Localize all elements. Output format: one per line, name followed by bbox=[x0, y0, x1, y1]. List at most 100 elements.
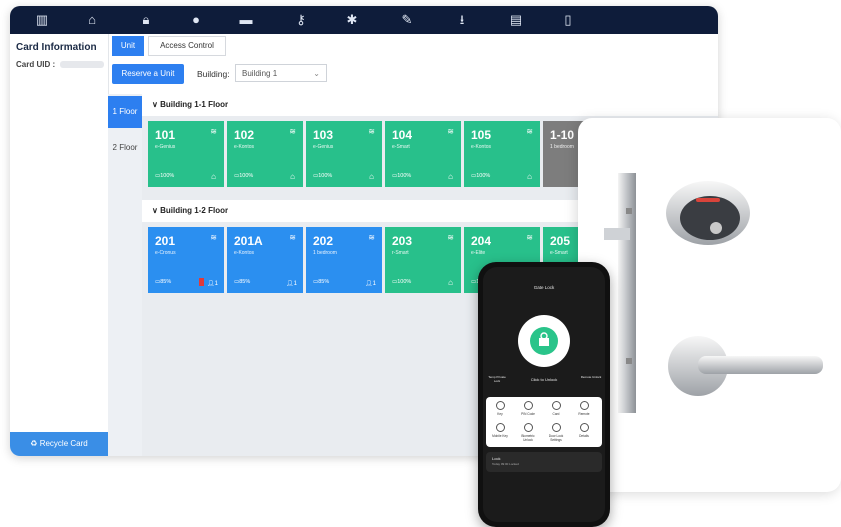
room-card[interactable]: 202 1 bedroom ≋ ▭85% 👤︎1 bbox=[306, 227, 382, 293]
key-icon[interactable]: ⚷ bbox=[292, 11, 310, 29]
battery-level: ▭100% bbox=[155, 173, 175, 179]
room-number: 104 bbox=[392, 128, 413, 142]
home-icon[interactable]: ⌂ bbox=[83, 11, 101, 29]
remote-unlock[interactable]: Remote Unlock bbox=[579, 375, 603, 379]
menu-label: Remote bbox=[578, 412, 590, 416]
occupant-count: 👤︎1 bbox=[286, 281, 297, 287]
menu-label: Card bbox=[552, 412, 560, 416]
room-number: 201 bbox=[155, 234, 176, 248]
wifi-icon: ≋ bbox=[210, 127, 217, 136]
menu-details[interactable]: Details bbox=[573, 423, 595, 438]
building-select-value: Building 1 bbox=[242, 69, 278, 78]
menu-remote[interactable]: Remote bbox=[573, 401, 595, 416]
phone-header: Gate Lock bbox=[533, 285, 555, 290]
room-card[interactable]: 201A e-Kontos ≋ ▭85% 👤︎1 bbox=[227, 227, 303, 293]
section-title: Building 1-1 Floor bbox=[160, 100, 229, 109]
card-uid-label: Card UID : bbox=[16, 60, 56, 69]
home-icon: ⌂ bbox=[290, 172, 295, 181]
wifi-icon: ≋ bbox=[210, 233, 217, 242]
wifi-icon: ≋ bbox=[368, 127, 375, 136]
reserve-unit-button[interactable]: Reserve a Unit bbox=[112, 64, 184, 84]
edit-icon[interactable]: ✎ bbox=[398, 11, 416, 29]
building-select[interactable]: Building 1 ⌄ bbox=[235, 64, 327, 82]
room-number: 202 bbox=[313, 234, 334, 248]
wifi-icon: ≋ bbox=[526, 127, 533, 136]
room-card[interactable]: 101 e-Genius ≋ ▭100% ⌂ bbox=[148, 121, 224, 187]
lock-subtitle: Today 09:00 Locked bbox=[492, 462, 519, 466]
room-number: 103 bbox=[313, 128, 334, 142]
wifi-icon: ≋ bbox=[526, 233, 533, 242]
phone-icon bbox=[495, 423, 505, 432]
tab-unit[interactable]: Unit bbox=[112, 36, 144, 56]
room-number: 101 bbox=[155, 128, 176, 142]
occupant-count: 👤︎1 bbox=[207, 281, 218, 287]
gear-icon[interactable]: ✱ bbox=[343, 11, 361, 29]
pin-icon bbox=[523, 401, 533, 410]
more-icon bbox=[579, 423, 589, 432]
card-uid-value bbox=[60, 61, 104, 68]
room-type: e-Smart bbox=[392, 144, 410, 150]
room-card[interactable]: 104 e-Smart ≋ ▭100% ⌂ bbox=[385, 121, 461, 187]
building-icon[interactable]: ▥ bbox=[33, 11, 51, 29]
floor-item-1[interactable]: 1 Floor bbox=[108, 96, 142, 128]
temp-private-lock[interactable]: Temp Private Lock bbox=[485, 375, 509, 383]
user-icon[interactable]: ● bbox=[187, 11, 205, 29]
room-card[interactable]: 203 r-Smart ≋ ▭100% ⌂ bbox=[385, 227, 461, 293]
floor-list: 1 Floor 2 Floor bbox=[108, 94, 142, 456]
battery-level: ▭85% bbox=[155, 279, 172, 285]
recycle-label: Recycle Card bbox=[39, 439, 88, 448]
door-lock-photo bbox=[578, 118, 841, 492]
room-card[interactable]: 105 e-Kontos ≋ ▭100% ⌂ bbox=[464, 121, 540, 187]
card-icon[interactable]: ▬ bbox=[237, 11, 255, 29]
unlock-hint: Click to Unlock bbox=[530, 377, 558, 382]
chevron-down-icon: ∨ bbox=[152, 100, 161, 109]
card-info-title: Card Information bbox=[16, 42, 97, 53]
room-number: 201A bbox=[234, 234, 263, 248]
lock-status-card[interactable]: Lock Today 09:00 Locked bbox=[486, 452, 602, 472]
home-icon: ⌂ bbox=[527, 172, 532, 181]
room-card[interactable]: 102 e-Kontos ≋ ▭100% ⌂ bbox=[227, 121, 303, 187]
menu-label: Biometric Unlock bbox=[521, 434, 535, 442]
section-header[interactable]: ∨ Building 1-1 Floor bbox=[142, 94, 718, 116]
room-card[interactable]: 103 e-Genius ≋ ▭100% ⌂ bbox=[306, 121, 382, 187]
menu-pin[interactable]: PIN Code bbox=[517, 401, 539, 416]
menu-label: PIN Code bbox=[521, 412, 535, 416]
building-label: Building: bbox=[197, 69, 230, 79]
room-number: 102 bbox=[234, 128, 255, 142]
section-title: Building 1-2 Floor bbox=[160, 206, 229, 215]
battery-level: ▭85% bbox=[234, 279, 251, 285]
battery-level: ▭100% bbox=[392, 173, 412, 179]
room-type: e-Genius bbox=[313, 144, 334, 150]
battery-level: ▭100% bbox=[471, 173, 491, 179]
menu-label: Key bbox=[497, 412, 503, 416]
menu-biometric[interactable]: Biometric Unlock bbox=[517, 423, 539, 442]
room-type: e-Genius bbox=[155, 144, 176, 150]
room-type: e-Cronus bbox=[155, 250, 176, 256]
phone-menu: Key PIN Code Card Remote Mobile Key Biom… bbox=[486, 397, 602, 447]
floor-item-2[interactable]: 2 Floor bbox=[108, 132, 142, 164]
menu-key[interactable]: Key bbox=[489, 401, 511, 416]
download-icon[interactable]: ⭳ bbox=[453, 11, 471, 29]
card-info-sidebar: Card Information Card UID : ♻︎ Recycle C… bbox=[10, 34, 109, 456]
room-type: e-Elite bbox=[471, 250, 486, 256]
room-number: 105 bbox=[471, 128, 492, 142]
lock-icon[interactable]: 🔒︎ bbox=[137, 11, 155, 29]
home-icon: ⌂ bbox=[448, 278, 453, 287]
device-icon[interactable]: ▯ bbox=[559, 11, 577, 29]
document-icon[interactable]: ▤ bbox=[507, 11, 525, 29]
room-number: 203 bbox=[392, 234, 413, 248]
home-icon: ⌂ bbox=[369, 172, 374, 181]
fingerprint-icon bbox=[523, 423, 533, 432]
room-type: e-Smart bbox=[550, 250, 568, 256]
recycle-card-button[interactable]: ♻︎ Recycle Card bbox=[10, 432, 108, 456]
battery-level: ▭85% bbox=[313, 279, 330, 285]
phone-screen: Gate Lock Click to Unlock Temp Private L… bbox=[483, 267, 605, 522]
home-icon: ⌂ bbox=[211, 172, 216, 181]
room-type: 1 bedroom bbox=[550, 144, 574, 150]
menu-card[interactable]: Card bbox=[545, 401, 567, 416]
menu-settings[interactable]: Door Lock Settings bbox=[545, 423, 567, 442]
tab-access-control[interactable]: Access Control bbox=[148, 36, 226, 56]
room-card[interactable]: 201 e-Cronus ≋ ▭85% 👤︎1 bbox=[148, 227, 224, 293]
room-type: r-Smart bbox=[392, 250, 409, 256]
menu-mobile-key[interactable]: Mobile Key bbox=[489, 423, 511, 438]
